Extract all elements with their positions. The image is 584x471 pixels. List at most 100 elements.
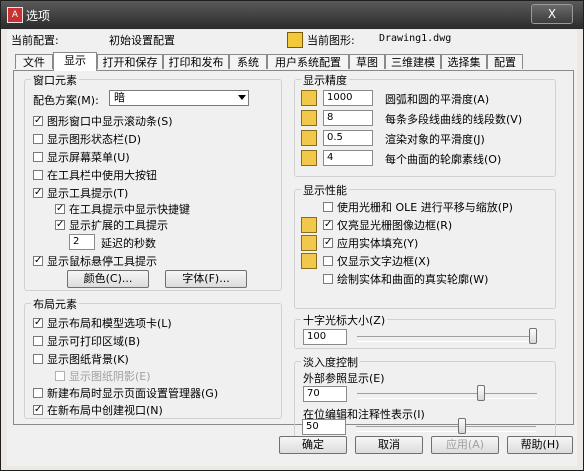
delay-seconds-input[interactable]: 2	[69, 234, 95, 250]
layout-model-tabs-label: 显示布局和模型选项卡(L)	[47, 317, 172, 330]
display-tab-panel: 窗口元素 配色方案(M): 暗 ✓ 图形窗口中显示滚动条(S) 显示图形状态栏(…	[13, 70, 574, 441]
inplace-edit-slider-track	[356, 426, 536, 432]
dialog-body: 当前配置: 初始设置配置 当前图形: Drawing1.dwg 文件 显示 打开…	[7, 30, 577, 466]
printable-area-checkbox[interactable]	[33, 336, 43, 346]
help-button[interactable]: 帮助(H)	[507, 436, 573, 454]
xref-display-slider-track	[357, 393, 537, 399]
text-boundary-checkbox[interactable]	[323, 256, 333, 266]
paper-background-checkbox[interactable]	[33, 354, 43, 364]
tab-3d-modeling[interactable]: 三维建模	[385, 54, 441, 69]
large-buttons-label: 在工具栏中使用大按钮	[47, 169, 157, 182]
shortcut-keys-label: 在工具提示中显示快捷键	[69, 203, 190, 216]
solid-fill-label: 应用实体填充(Y)	[337, 237, 419, 250]
fonts-button[interactable]: 字体(F)...	[165, 270, 247, 288]
page-setup-manager-label: 新建布局时显示页面设置管理器(G)	[47, 387, 219, 400]
contour-lines-label: 每个曲面的轮廓素线(O)	[385, 153, 502, 166]
true-silhouettes-checkbox[interactable]	[323, 274, 333, 284]
apply-button[interactable]: 应用(A)	[431, 436, 499, 454]
xref-display-label: 外部参照显示(E)	[303, 372, 385, 385]
render-smoothness-label: 渲染对象的平滑度(J)	[385, 133, 485, 146]
text-boundary-label: 仅显示文字边框(X)	[337, 255, 431, 268]
options-dialog: A 选项 X 当前配置: 初始设置配置 当前图形: Drawing1.dwg 文…	[0, 0, 584, 471]
ok-button[interactable]: 确定	[279, 436, 347, 454]
current-drawing-value: Drawing1.dwg	[379, 33, 452, 44]
rollover-tooltips-label: 显示鼠标悬停工具提示	[47, 255, 157, 268]
layout-model-tabs-checkbox[interactable]: ✓	[33, 318, 43, 328]
screen-menu-label: 显示屏幕菜单(U)	[47, 151, 130, 164]
extended-tooltips-label: 显示扩展的工具提示	[69, 219, 168, 232]
drawing-saved-icon	[301, 110, 317, 126]
tab-display[interactable]: 显示	[53, 52, 97, 71]
drawing-saved-icon	[301, 217, 317, 233]
paper-shadow-checkbox[interactable]	[55, 371, 65, 381]
drawing-saved-icon	[301, 235, 317, 251]
inplace-edit-slider-thumb[interactable]	[458, 418, 466, 434]
tab-selection[interactable]: 选择集	[441, 54, 487, 69]
paper-background-label: 显示图纸背景(K)	[47, 353, 129, 366]
color-scheme-value: 暗	[114, 91, 125, 104]
screen-menu-checkbox[interactable]	[33, 152, 43, 162]
raster-ole-pan-checkbox[interactable]	[323, 202, 333, 212]
autocad-logo-icon: A	[7, 7, 23, 23]
dropdown-arrow-icon	[238, 95, 246, 100]
status-bar-label: 显示图形状态栏(D)	[47, 133, 142, 146]
display-performance-group: 显示性能 使用光栅和 OLE 进行平移与缩放(P) ✓ 仅亮显光栅图像边框(R)…	[294, 182, 556, 309]
tab-open-save[interactable]: 打开和保存	[97, 54, 163, 69]
current-profile: 当前配置:	[11, 32, 59, 48]
current-profile-value: 初始设置配置	[109, 34, 175, 47]
rollover-tooltips-checkbox[interactable]: ✓	[33, 256, 43, 266]
current-profile-label: 当前配置:	[11, 34, 59, 47]
arc-smoothness-input[interactable]: 1000	[323, 90, 373, 106]
tab-files[interactable]: 文件	[15, 54, 53, 69]
tab-drafting[interactable]: 草图	[349, 54, 385, 69]
cancel-button[interactable]: 取消	[355, 436, 423, 454]
window-elements-group: 窗口元素 配色方案(M): 暗 ✓ 图形窗口中显示滚动条(S) 显示图形状态栏(…	[24, 72, 282, 291]
window-elements-title: 窗口元素	[31, 72, 79, 88]
crosshair-size-slider-thumb[interactable]	[529, 328, 537, 344]
colors-button[interactable]: 颜色(C)...	[67, 270, 149, 288]
layout-elements-group: 布局元素 ✓ 显示布局和模型选项卡(L) 显示可打印区域(B) 显示图纸背景(K…	[24, 296, 282, 419]
contour-lines-input[interactable]: 4	[323, 150, 373, 166]
scrollbars-checkbox[interactable]: ✓	[33, 116, 43, 126]
xref-display-slider-thumb[interactable]	[477, 385, 485, 401]
display-resolution-group: 显示精度 1000 圆弧和圆的平滑度(A) 8 每条多段线曲线的线段数(V) 0…	[294, 72, 556, 177]
xref-display-input[interactable]: 70	[303, 386, 347, 402]
crosshair-size-title: 十字光标大小(Z)	[301, 312, 388, 328]
color-scheme-select[interactable]: 暗	[109, 90, 249, 106]
tab-plot-publish[interactable]: 打印和发布	[163, 54, 229, 69]
tooltips-label: 显示工具提示(T)	[47, 187, 129, 200]
tab-profiles[interactable]: 配置	[487, 54, 523, 69]
drawing-saved-icon	[301, 130, 317, 146]
page-setup-manager-checkbox[interactable]	[33, 388, 43, 398]
delay-seconds-label: 延迟的秒数	[101, 237, 156, 250]
printable-area-label: 显示可打印区域(B)	[47, 335, 141, 348]
shortcut-keys-checkbox[interactable]: ✓	[55, 204, 65, 214]
paper-shadow-label: 显示图纸阴影(E)	[69, 370, 151, 383]
render-smoothness-input[interactable]: 0.5	[323, 130, 373, 146]
create-viewport-label: 在新布局中创建视口(N)	[47, 404, 163, 417]
raster-frame-checkbox[interactable]: ✓	[323, 220, 333, 230]
scrollbars-label: 图形窗口中显示滚动条(S)	[47, 115, 173, 128]
true-silhouettes-label: 绘制实体和曲面的真实轮廓(W)	[337, 273, 489, 286]
tab-user-preferences[interactable]: 用户系统配置	[267, 54, 349, 69]
large-buttons-checkbox[interactable]	[33, 170, 43, 180]
create-viewport-checkbox[interactable]: ✓	[33, 405, 43, 415]
crosshair-size-slider-track	[357, 336, 537, 342]
drawing-file-icon	[287, 32, 303, 48]
drawing-saved-icon	[301, 90, 317, 106]
tab-system[interactable]: 系统	[229, 54, 267, 69]
display-resolution-title: 显示精度	[301, 72, 349, 88]
tooltips-checkbox[interactable]: ✓	[33, 188, 43, 198]
extended-tooltips-checkbox[interactable]: ✓	[55, 220, 65, 230]
polyline-segments-input[interactable]: 8	[323, 110, 373, 126]
arc-smoothness-label: 圆弧和圆的平滑度(A)	[385, 93, 490, 106]
inplace-edit-input[interactable]: 50	[302, 419, 346, 435]
solid-fill-checkbox[interactable]: ✓	[323, 238, 333, 248]
polyline-segments-label: 每条多段线曲线的线段数(V)	[385, 113, 523, 126]
status-bar-checkbox[interactable]	[33, 134, 43, 144]
close-button[interactable]: X	[531, 4, 573, 24]
raster-frame-label: 仅亮显光栅图像边框(R)	[337, 219, 453, 232]
title-bar: A 选项 X	[1, 1, 583, 29]
window-title: 选项	[26, 9, 51, 23]
crosshair-size-input[interactable]: 100	[303, 329, 347, 345]
